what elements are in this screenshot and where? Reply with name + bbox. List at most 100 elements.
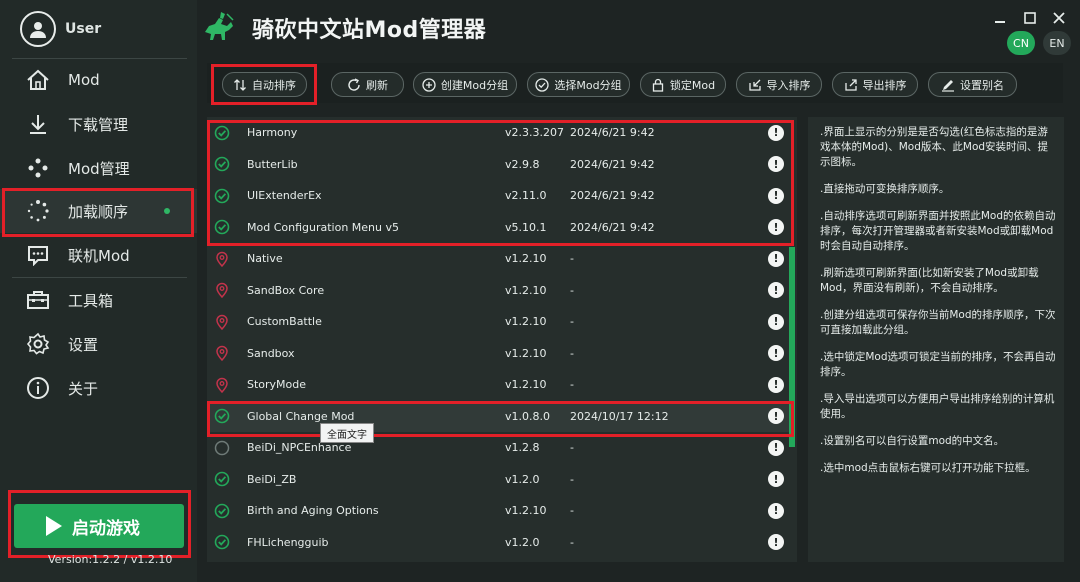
select-group-button[interactable]: 选择Mod分组 xyxy=(527,72,630,97)
sidebar-item-mod[interactable]: Mod xyxy=(0,58,197,102)
mod-row[interactable]: Sandbox v1.2.10 -! xyxy=(207,338,793,369)
active-indicator xyxy=(164,208,170,214)
sidebar-item-load-order[interactable]: 加载顺序 xyxy=(0,189,197,233)
create-group-button[interactable]: 创建Mod分组 xyxy=(413,72,517,97)
exclamation-icon[interactable]: ! xyxy=(768,313,784,330)
mod-name: Mod Configuration Menu v5 xyxy=(247,220,400,234)
sidebar-item-label: 下载管理 xyxy=(68,115,129,134)
mod-date: 2024/6/21 9:42 xyxy=(570,157,655,171)
mod-row[interactable]: Mod Configuration Menu v5 v5.10.1 2024/6/2… xyxy=(207,212,793,243)
mod-row[interactable]: FHLichengguib v1.2.0 -! xyxy=(207,527,793,558)
mod-row[interactable]: SandBox Core v1.2.10 -! xyxy=(207,275,793,306)
sidebar-item-label: 设置 xyxy=(68,335,99,354)
auto-sort-button[interactable]: 自动排序 xyxy=(222,72,307,97)
mod-version: v1.2.10 xyxy=(505,315,547,328)
mod-row[interactable]: UIExtenderEx v2.11.0 2024/6/21 9:42! xyxy=(207,180,793,211)
exclamation-icon[interactable]: ! xyxy=(768,534,784,550)
import-sort-label: 导入排序 xyxy=(766,78,811,92)
mod-row[interactable]: StoryMode v1.2.10 -! xyxy=(207,369,793,400)
play-icon xyxy=(46,516,62,536)
sidebar-item-label: 关于 xyxy=(68,379,99,398)
import-sort-button[interactable]: 导入排序 xyxy=(736,72,822,97)
mod-row[interactable]: ButterLib v2.9.8 2024/6/21 9:42! xyxy=(207,149,793,180)
scrollbar-thumb[interactable] xyxy=(789,247,795,447)
mod-row[interactable]: Native v1.2.10 -! xyxy=(207,243,793,274)
mod-version: v2.9.8 xyxy=(505,157,540,171)
mod-row[interactable]: CustomBattle v1.2.10 -! xyxy=(207,306,793,337)
check-circle-icon[interactable] xyxy=(214,408,230,424)
maximize-icon xyxy=(1024,12,1036,24)
sidebar-item-label: 加载顺序 xyxy=(68,202,129,221)
select-group-label: 选择Mod分组 xyxy=(554,78,622,92)
help-text: .创建分组选项可保存你当前Mod的排序顺序，下次可直接加载此分组。 xyxy=(820,309,1056,336)
sidebar-item-settings[interactable]: 设置 xyxy=(0,322,197,366)
set-alias-button[interactable]: 设置别名 xyxy=(928,72,1017,97)
lang-cn-button[interactable]: CN xyxy=(1007,31,1035,55)
check-circle-icon[interactable] xyxy=(214,534,230,550)
sidebar-item-toolbox[interactable]: 工具箱 xyxy=(0,278,197,322)
sort-icon xyxy=(233,78,247,92)
empty-circle-icon[interactable] xyxy=(214,440,230,456)
launch-game-button[interactable]: 启动游戏 xyxy=(14,504,184,548)
sidebar-item-about[interactable]: 关于 xyxy=(0,366,197,410)
exclamation-icon[interactable]: ! xyxy=(768,282,784,298)
mod-version: v1.2.10 xyxy=(505,378,547,391)
exclamation-icon[interactable]: ! xyxy=(768,219,784,235)
mod-version: v1.2.0 xyxy=(505,535,540,549)
exclamation-icon[interactable]: ! xyxy=(768,124,784,141)
map-pin-icon[interactable] xyxy=(214,377,230,393)
mod-name: Sandbox xyxy=(247,346,295,360)
exclamation-icon[interactable]: ! xyxy=(768,439,784,456)
exclamation-icon[interactable]: ! xyxy=(768,187,784,204)
exclamation-icon[interactable]: ! xyxy=(768,471,784,487)
sidebar-item-online-mod[interactable]: 联机Mod xyxy=(0,233,197,277)
auto-sort-label: 自动排序 xyxy=(252,78,296,92)
check-circle-icon[interactable] xyxy=(214,503,230,519)
exclamation-icon[interactable]: ! xyxy=(768,408,784,424)
exclamation-icon[interactable]: ! xyxy=(768,502,784,519)
dots-icon xyxy=(25,155,51,181)
close-button[interactable] xyxy=(1050,9,1068,27)
sidebar-item-download[interactable]: 下载管理 xyxy=(0,102,197,146)
check-circle-icon[interactable] xyxy=(214,219,230,235)
app-title: 骑砍中文站Mod管理器 xyxy=(252,18,487,43)
pencil-icon xyxy=(941,78,955,92)
exclamation-icon[interactable]: ! xyxy=(768,376,784,393)
refresh-button[interactable]: 刷新 xyxy=(331,72,404,97)
home-icon xyxy=(25,67,51,93)
maximize-button[interactable] xyxy=(1021,9,1039,27)
export-sort-button[interactable]: 导出排序 xyxy=(832,72,918,97)
scrollbar[interactable] xyxy=(789,117,795,562)
check-circle-icon[interactable] xyxy=(214,156,230,172)
mod-date: 2024/10/17 12:12 xyxy=(570,409,669,423)
map-pin-icon[interactable] xyxy=(214,251,230,267)
check-circle-icon[interactable] xyxy=(214,471,230,487)
mod-row[interactable]: BeiDi_ZB v1.2.0 -! xyxy=(207,464,793,495)
mod-date: 2024/6/21 9:42 xyxy=(570,189,655,202)
user-panel[interactable]: User xyxy=(0,0,197,58)
mod-row[interactable]: BeiDi_NPCEnhance v1.2.8-! xyxy=(207,432,793,463)
map-pin-icon[interactable] xyxy=(214,314,230,330)
lang-en-button[interactable]: EN xyxy=(1043,31,1071,55)
mod-row[interactable]: Harmony v2.3.3.207 2024/6/21 9:42! xyxy=(207,117,793,148)
gear-icon xyxy=(25,331,51,357)
mod-date: - xyxy=(570,315,574,328)
lock-mod-button[interactable]: 锁定Mod xyxy=(640,72,726,97)
map-pin-icon[interactable] xyxy=(214,345,230,361)
help-text: .直接拖动可变换排序顺序。 xyxy=(820,183,950,195)
help-text: .选中mod点击鼠标右键可以打开功能下拉框。 xyxy=(820,462,1036,474)
minimize-button[interactable] xyxy=(991,9,1009,27)
mod-row[interactable]: Global Change Mod v1.0.8.0 2024/10/17 12:1… xyxy=(207,400,793,432)
mod-version: v2.3.3.207 xyxy=(505,126,564,139)
exclamation-icon[interactable]: ! xyxy=(768,250,784,267)
minimize-icon xyxy=(995,21,1005,23)
exclamation-icon[interactable]: ! xyxy=(768,156,784,172)
user-icon xyxy=(30,22,46,38)
exclamation-icon[interactable]: ! xyxy=(768,345,784,361)
check-circle-icon[interactable] xyxy=(214,125,230,141)
sidebar-item-mod-manage[interactable]: Mod管理 xyxy=(0,146,197,190)
check-circle-icon[interactable] xyxy=(214,188,230,204)
map-pin-icon[interactable] xyxy=(214,282,230,298)
mod-row[interactable]: Birth and Aging Options v1.2.10 -! xyxy=(207,495,793,526)
mod-date: - xyxy=(570,252,574,265)
